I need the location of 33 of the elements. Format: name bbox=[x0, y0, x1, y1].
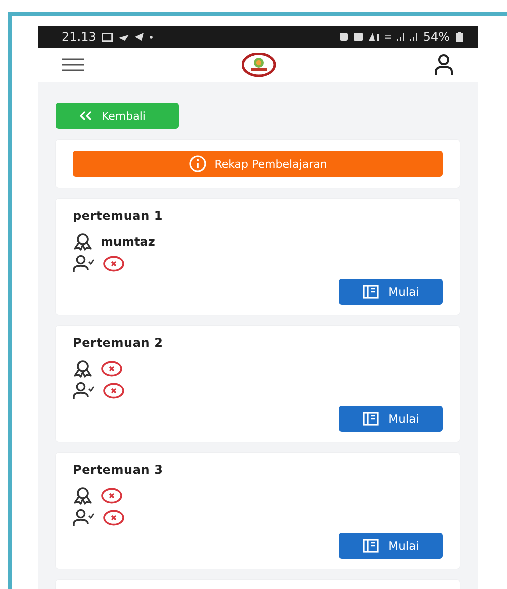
double-chevron-left-icon bbox=[80, 111, 92, 121]
book-icon bbox=[362, 285, 379, 299]
user-check-icon bbox=[73, 382, 95, 400]
menu-icon[interactable] bbox=[62, 58, 84, 72]
battery-icon bbox=[456, 32, 464, 42]
user-icon[interactable] bbox=[434, 54, 454, 76]
dot-icon bbox=[150, 36, 154, 38]
meeting-title: Pertemuan 2 bbox=[73, 336, 164, 350]
back-button[interactable]: Kembali bbox=[56, 103, 179, 129]
start-button[interactable]: Mulai bbox=[339, 533, 443, 559]
award-icon bbox=[73, 360, 93, 378]
meeting-title: Pertemuan 3 bbox=[73, 463, 164, 477]
user-check-icon bbox=[73, 255, 95, 273]
x-circle-icon bbox=[101, 488, 123, 504]
signal-icon bbox=[410, 33, 418, 41]
user-check-icon bbox=[73, 509, 95, 527]
image-icon bbox=[102, 32, 114, 42]
book-icon bbox=[362, 539, 379, 553]
recap-button[interactable]: Rekap Pembelajaran bbox=[73, 151, 443, 177]
start-button[interactable]: Mulai bbox=[339, 406, 443, 432]
award-icon bbox=[73, 233, 93, 251]
signal-icon bbox=[397, 33, 404, 41]
start-button[interactable]: Mulai bbox=[339, 279, 443, 305]
teacher-name: mumtaz bbox=[101, 235, 156, 249]
logo-icon bbox=[242, 53, 276, 77]
info-icon bbox=[188, 155, 207, 173]
book-icon bbox=[362, 412, 379, 426]
battery-percent: 54% bbox=[423, 30, 450, 44]
send-icon bbox=[135, 33, 144, 41]
status-time: 21.13 bbox=[62, 30, 96, 44]
award-icon bbox=[73, 487, 93, 505]
x-circle-icon bbox=[101, 361, 123, 377]
meeting-title: pertemuan 1 bbox=[73, 209, 164, 223]
